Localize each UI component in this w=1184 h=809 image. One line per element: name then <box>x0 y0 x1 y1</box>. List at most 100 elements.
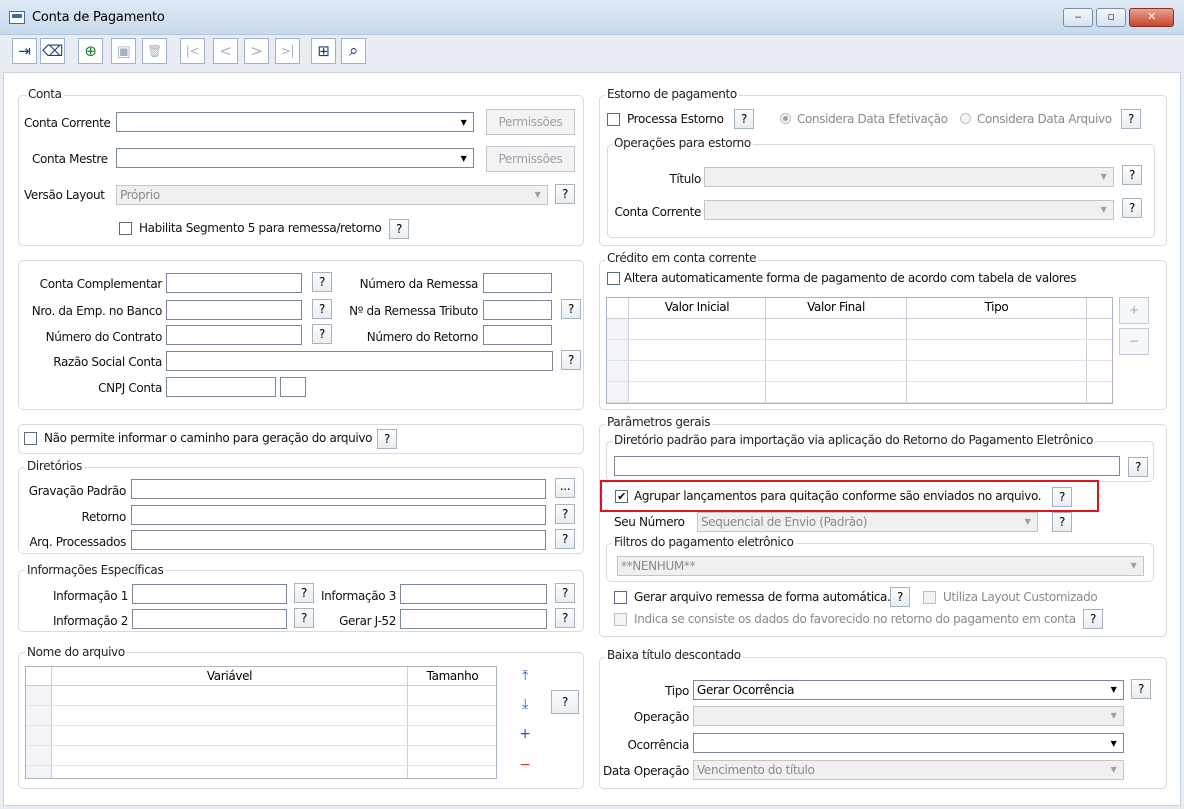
help-button[interactable]: ? <box>1122 165 1142 185</box>
table-row[interactable] <box>607 319 1112 340</box>
help-button[interactable]: ? <box>561 299 581 319</box>
help-button[interactable]: ? <box>1131 679 1151 699</box>
remove-row-icon[interactable]: − <box>1119 328 1149 355</box>
help-button[interactable]: ? <box>312 324 332 344</box>
numero-contrato-input[interactable] <box>166 325 302 345</box>
indica-checkbox[interactable] <box>614 613 627 626</box>
ocorrencia-select[interactable]: ▼ <box>693 733 1124 753</box>
table-row[interactable] <box>26 686 496 706</box>
add-row-icon[interactable]: + <box>510 722 540 748</box>
data-arquivo-radio[interactable] <box>960 113 971 124</box>
conta-corrente-select[interactable]: ▼ <box>116 112 474 132</box>
search-icon[interactable]: ⌕ <box>341 38 366 64</box>
help-button[interactable]: ? <box>555 504 575 524</box>
table-row[interactable] <box>607 382 1112 403</box>
informacao1-input[interactable] <box>132 584 287 604</box>
move-down-icon[interactable]: ⤓ <box>510 692 540 718</box>
help-button[interactable]: ? <box>389 219 409 239</box>
informacao3-input[interactable] <box>400 584 547 604</box>
move-up-icon[interactable]: ⤒ <box>510 664 540 690</box>
titulo-select[interactable]: ▼ <box>704 167 1114 187</box>
add-row-icon[interactable]: + <box>1119 297 1149 324</box>
gerar-remessa-checkbox[interactable] <box>614 591 627 604</box>
column-header-variavel[interactable]: Variável <box>52 667 408 686</box>
next-record-icon[interactable]: > <box>244 38 269 64</box>
cnpj-digit-input[interactable] <box>280 377 306 397</box>
eraser-icon[interactable]: ⌫ <box>40 38 65 64</box>
cnpj-conta-input[interactable] <box>166 377 276 397</box>
gravacao-padrao-input[interactable] <box>131 479 546 499</box>
table-row[interactable] <box>607 340 1112 361</box>
help-button[interactable]: ? <box>890 587 910 607</box>
previous-record-icon[interactable]: < <box>213 38 238 64</box>
credito-grid[interactable]: Valor Inicial Valor Final Tipo <box>606 297 1113 404</box>
operacao-select[interactable]: ▼ <box>693 706 1124 726</box>
conta-complementar-input[interactable] <box>166 273 302 293</box>
help-button[interactable]: ? <box>1128 457 1148 477</box>
table-row[interactable] <box>26 726 496 746</box>
column-header-valor-final[interactable]: Valor Final <box>766 298 907 319</box>
numero-remessa-input[interactable] <box>483 273 552 293</box>
remove-row-icon[interactable]: − <box>510 753 540 779</box>
nro-emp-banco-input[interactable] <box>166 300 302 320</box>
help-button[interactable]: ? <box>312 272 332 292</box>
estorno-conta-corrente-select[interactable]: ▼ <box>704 200 1114 220</box>
altera-checkbox[interactable] <box>607 272 620 285</box>
help-button[interactable]: ? <box>551 690 579 714</box>
help-button[interactable]: ? <box>555 583 575 603</box>
help-button[interactable]: ? <box>555 529 575 549</box>
help-button[interactable]: ? <box>1122 198 1142 218</box>
table-row[interactable] <box>26 706 496 726</box>
help-button[interactable]: ? <box>1052 512 1072 532</box>
tipo-select[interactable]: Gerar Ocorrência ▼ <box>693 680 1124 700</box>
help-button[interactable]: ? <box>312 299 332 319</box>
column-header-tamanho[interactable]: Tamanho <box>408 667 496 686</box>
help-button[interactable]: ? <box>377 429 397 449</box>
gerar-j52-input[interactable] <box>400 609 547 629</box>
nao-permite-checkbox[interactable] <box>24 432 37 445</box>
maximize-button[interactable]: ▫ <box>1096 8 1126 27</box>
column-header-tipo[interactable]: Tipo <box>907 298 1087 319</box>
segmento5-checkbox[interactable] <box>119 222 132 235</box>
table-row[interactable] <box>26 746 496 766</box>
data-efetivacao-radio[interactable] <box>780 113 791 124</box>
last-record-icon[interactable]: >| <box>275 38 300 64</box>
help-button[interactable]: ? <box>1052 487 1072 507</box>
filtros-select[interactable]: **NENHUM** ▼ <box>617 556 1144 576</box>
exit-icon[interactable]: ⇥ <box>12 38 37 64</box>
help-button[interactable]: ? <box>1121 109 1141 129</box>
retorno-input[interactable] <box>131 505 546 525</box>
numero-retorno-input[interactable] <box>483 325 552 345</box>
help-button[interactable]: ? <box>561 350 581 370</box>
grid-icon[interactable]: ⊞ <box>311 38 336 64</box>
nome-arquivo-grid[interactable]: Variável Tamanho <box>25 666 497 779</box>
permissoes-button-2[interactable]: Permissões <box>486 146 575 172</box>
minimize-button[interactable]: ‒ <box>1063 8 1093 27</box>
razao-social-input[interactable] <box>166 351 553 371</box>
permissoes-button-1[interactable]: Permissões <box>486 109 575 135</box>
conta-mestre-select[interactable]: ▼ <box>116 148 474 168</box>
diretorio-padrao-input[interactable] <box>614 456 1120 476</box>
utiliza-layout-checkbox[interactable] <box>923 591 936 604</box>
save-icon[interactable]: ▣ <box>111 38 136 64</box>
help-button[interactable]: ? <box>555 184 575 204</box>
versao-layout-select[interactable]: Próprio ▼ <box>116 185 548 205</box>
first-record-icon[interactable]: |< <box>180 38 205 64</box>
help-button[interactable]: ? <box>555 608 575 628</box>
table-row[interactable] <box>26 766 496 778</box>
data-operacao-select[interactable]: Vencimento do título ▼ <box>693 760 1124 780</box>
processa-estorno-checkbox[interactable] <box>607 113 620 126</box>
remessa-tributo-input[interactable] <box>483 300 552 320</box>
seu-numero-select[interactable]: Sequencial de Envio (Padrão) ▼ <box>697 512 1038 532</box>
browse-button[interactable]: ... <box>555 478 575 498</box>
table-row[interactable] <box>607 361 1112 382</box>
help-button[interactable]: ? <box>1083 609 1103 629</box>
agrupar-checkbox[interactable]: ✔ <box>615 490 628 503</box>
delete-icon[interactable]: 🗑 <box>142 38 167 64</box>
help-button[interactable]: ? <box>734 109 754 129</box>
close-button[interactable]: ✕ <box>1129 8 1174 27</box>
add-icon[interactable]: ⊕ <box>78 38 103 64</box>
arq-processados-input[interactable] <box>131 530 546 550</box>
column-header-valor-inicial[interactable]: Valor Inicial <box>629 298 766 319</box>
informacao2-input[interactable] <box>132 609 287 629</box>
